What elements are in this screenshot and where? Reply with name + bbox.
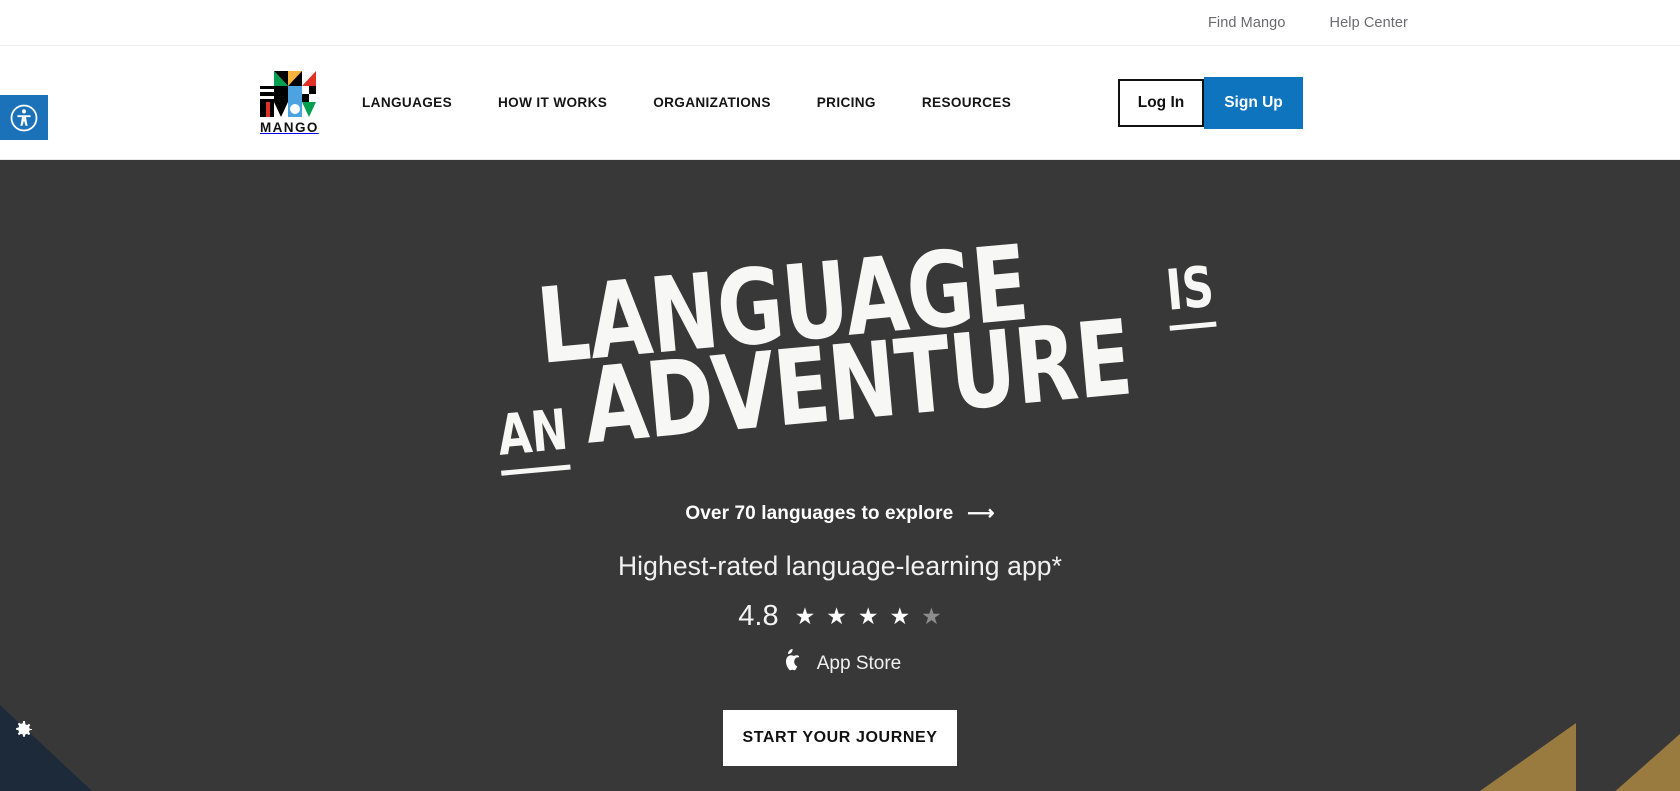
star-icon-4: ★ [889, 603, 911, 629]
utility-link-help-center[interactable]: Help Center [1330, 15, 1408, 31]
headline-word-an: AN [495, 397, 571, 476]
rating-stars: ★ ★ ★ ★ ★ [795, 605, 942, 628]
hero-tagline: Highest-rated language-learning app* [617, 551, 1063, 581]
star-icon-2: ★ [826, 603, 847, 629]
hero-content: LANGUAGE IS AN ADVENTURE Over 70 languag… [0, 160, 1680, 766]
languages-explore-link[interactable]: Over 70 languages to explore ⟶ [685, 502, 994, 525]
nav-item-languages[interactable]: LANGUAGES [362, 95, 452, 110]
brand-logo[interactable]: MANGO [260, 70, 319, 135]
rating-row: 4.8 ★ ★ ★ ★ ★ [738, 600, 941, 633]
arrow-right-icon: ⟶ [967, 503, 995, 524]
hero-section: LANGUAGE IS AN ADVENTURE Over 70 languag… [0, 160, 1680, 791]
utility-link-find-mango[interactable]: Find Mango [1208, 15, 1286, 31]
star-icon-1: ★ [794, 603, 816, 629]
nav-item-how-it-works[interactable]: HOW IT WORKS [498, 95, 607, 110]
nav-item-resources[interactable]: RESOURCES [922, 95, 1011, 110]
app-store-label: App Store [816, 652, 902, 674]
apple-logo-icon [779, 649, 800, 678]
star-icon-5: ★ [921, 603, 942, 629]
page-root: Find Mango Help Center MANGO LANGUAGES H… [0, 0, 1680, 791]
mango-logo-icon [260, 70, 316, 117]
accessibility-widget-button[interactable] [0, 95, 48, 140]
star-icon-3: ★ [857, 603, 879, 629]
languages-explore-label: Over 70 languages to explore [685, 502, 954, 524]
signup-button[interactable]: Sign Up [1204, 76, 1303, 129]
settings-widget-button[interactable] [10, 717, 36, 743]
utility-bar: Find Mango Help Center [0, 0, 1680, 46]
primary-nav: LANGUAGES HOW IT WORKS ORGANIZATIONS PRI… [362, 95, 1011, 110]
login-button[interactable]: Log In [1118, 78, 1204, 127]
header-actions: Log In Sign Up [1118, 76, 1303, 129]
app-store-row: App Store [779, 649, 902, 678]
brand-wordmark: MANGO [260, 119, 319, 135]
nav-item-pricing[interactable]: PRICING [817, 95, 876, 110]
rating-value: 4.8 [738, 600, 779, 632]
start-journey-button[interactable]: START YOUR JOURNEY [723, 710, 957, 766]
gear-icon [16, 721, 32, 737]
main-header: MANGO LANGUAGES HOW IT WORKS ORGANIZATIO… [0, 46, 1680, 160]
hero-headline: LANGUAGE IS AN ADVENTURE [490, 222, 1217, 476]
nav-item-organizations[interactable]: ORGANIZATIONS [653, 95, 771, 110]
accessibility-icon [10, 104, 38, 131]
